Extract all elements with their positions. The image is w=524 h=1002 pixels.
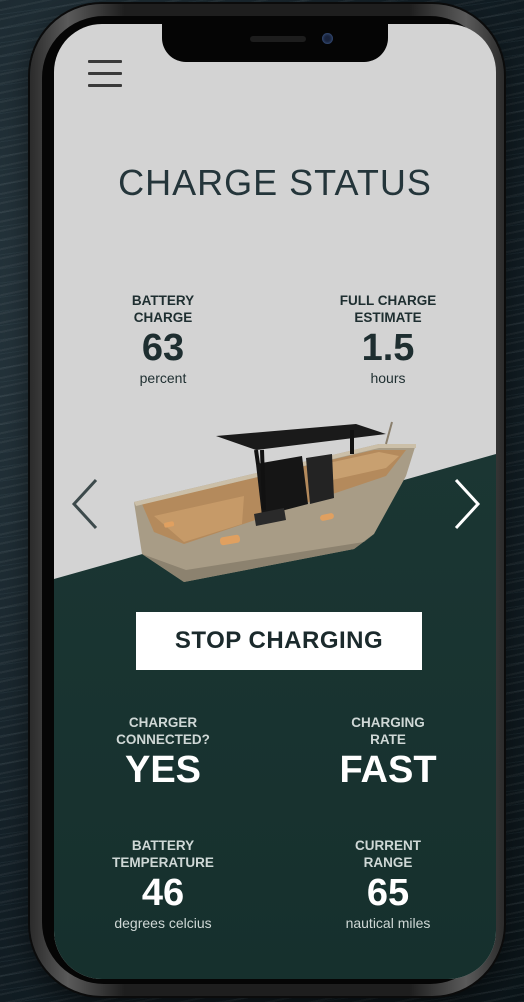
full-charge-estimate-stat: FULL CHARGE ESTIMATE 1.5 hours: [308, 292, 468, 386]
charging-rate-value: FAST: [339, 749, 437, 791]
current-range-unit: nautical miles: [345, 915, 431, 931]
full-charge-value: 1.5: [361, 327, 415, 369]
phone-notch: [162, 24, 388, 62]
battery-temperature-label-1: BATTERY: [131, 838, 195, 853]
full-charge-label-1: FULL CHARGE: [339, 293, 437, 308]
battery-charge-stat: BATTERY CHARGE 63 percent: [83, 292, 243, 386]
battery-temperature-stat: BATTERY TEMPERATURE 46 degrees celcius: [83, 837, 243, 931]
battery-charge-label-2: CHARGE: [133, 310, 193, 325]
battery-temperature-label-2: TEMPERATURE: [112, 855, 214, 870]
charger-connected-label-1: CHARGER: [128, 715, 198, 730]
battery-temperature-unit: degrees celcius: [114, 915, 212, 931]
battery-charge-value: 63: [141, 327, 185, 369]
stop-charging-button[interactable]: STOP CHARGING: [136, 612, 422, 670]
chevron-right-icon[interactable]: [450, 476, 484, 532]
current-range-stat: CURRENT RANGE 65 nautical miles: [308, 837, 468, 931]
full-charge-unit: hours: [370, 370, 406, 386]
page-title: CHARGE STATUS: [118, 162, 432, 203]
speaker-grille: [250, 36, 306, 42]
current-range-value: 65: [366, 872, 410, 914]
battery-charge-unit: percent: [139, 370, 187, 386]
charger-connected-value: YES: [124, 749, 202, 791]
battery-charge-label-1: BATTERY: [131, 293, 195, 308]
current-range-label-1: CURRENT: [355, 838, 421, 853]
charger-connected-stat: CHARGER CONNECTED? YES: [83, 714, 243, 792]
charging-rate-stat: CHARGING RATE FAST: [308, 714, 468, 792]
current-range-label-2: RANGE: [363, 855, 413, 870]
hamburger-menu-icon[interactable]: [88, 60, 122, 90]
chevron-left-icon[interactable]: [68, 476, 102, 532]
boat-image: [134, 421, 416, 582]
charging-rate-label-2: RATE: [370, 732, 406, 747]
charger-connected-label-2: CONNECTED?: [116, 732, 210, 747]
front-camera: [322, 33, 333, 44]
app-screen: CHARGE STATUS BATTERY CHARGE 63 percent …: [54, 24, 496, 979]
battery-temperature-value: 46: [141, 872, 185, 914]
charging-rate-label-1: CHARGING: [351, 715, 425, 730]
full-charge-label-2: ESTIMATE: [354, 310, 422, 325]
